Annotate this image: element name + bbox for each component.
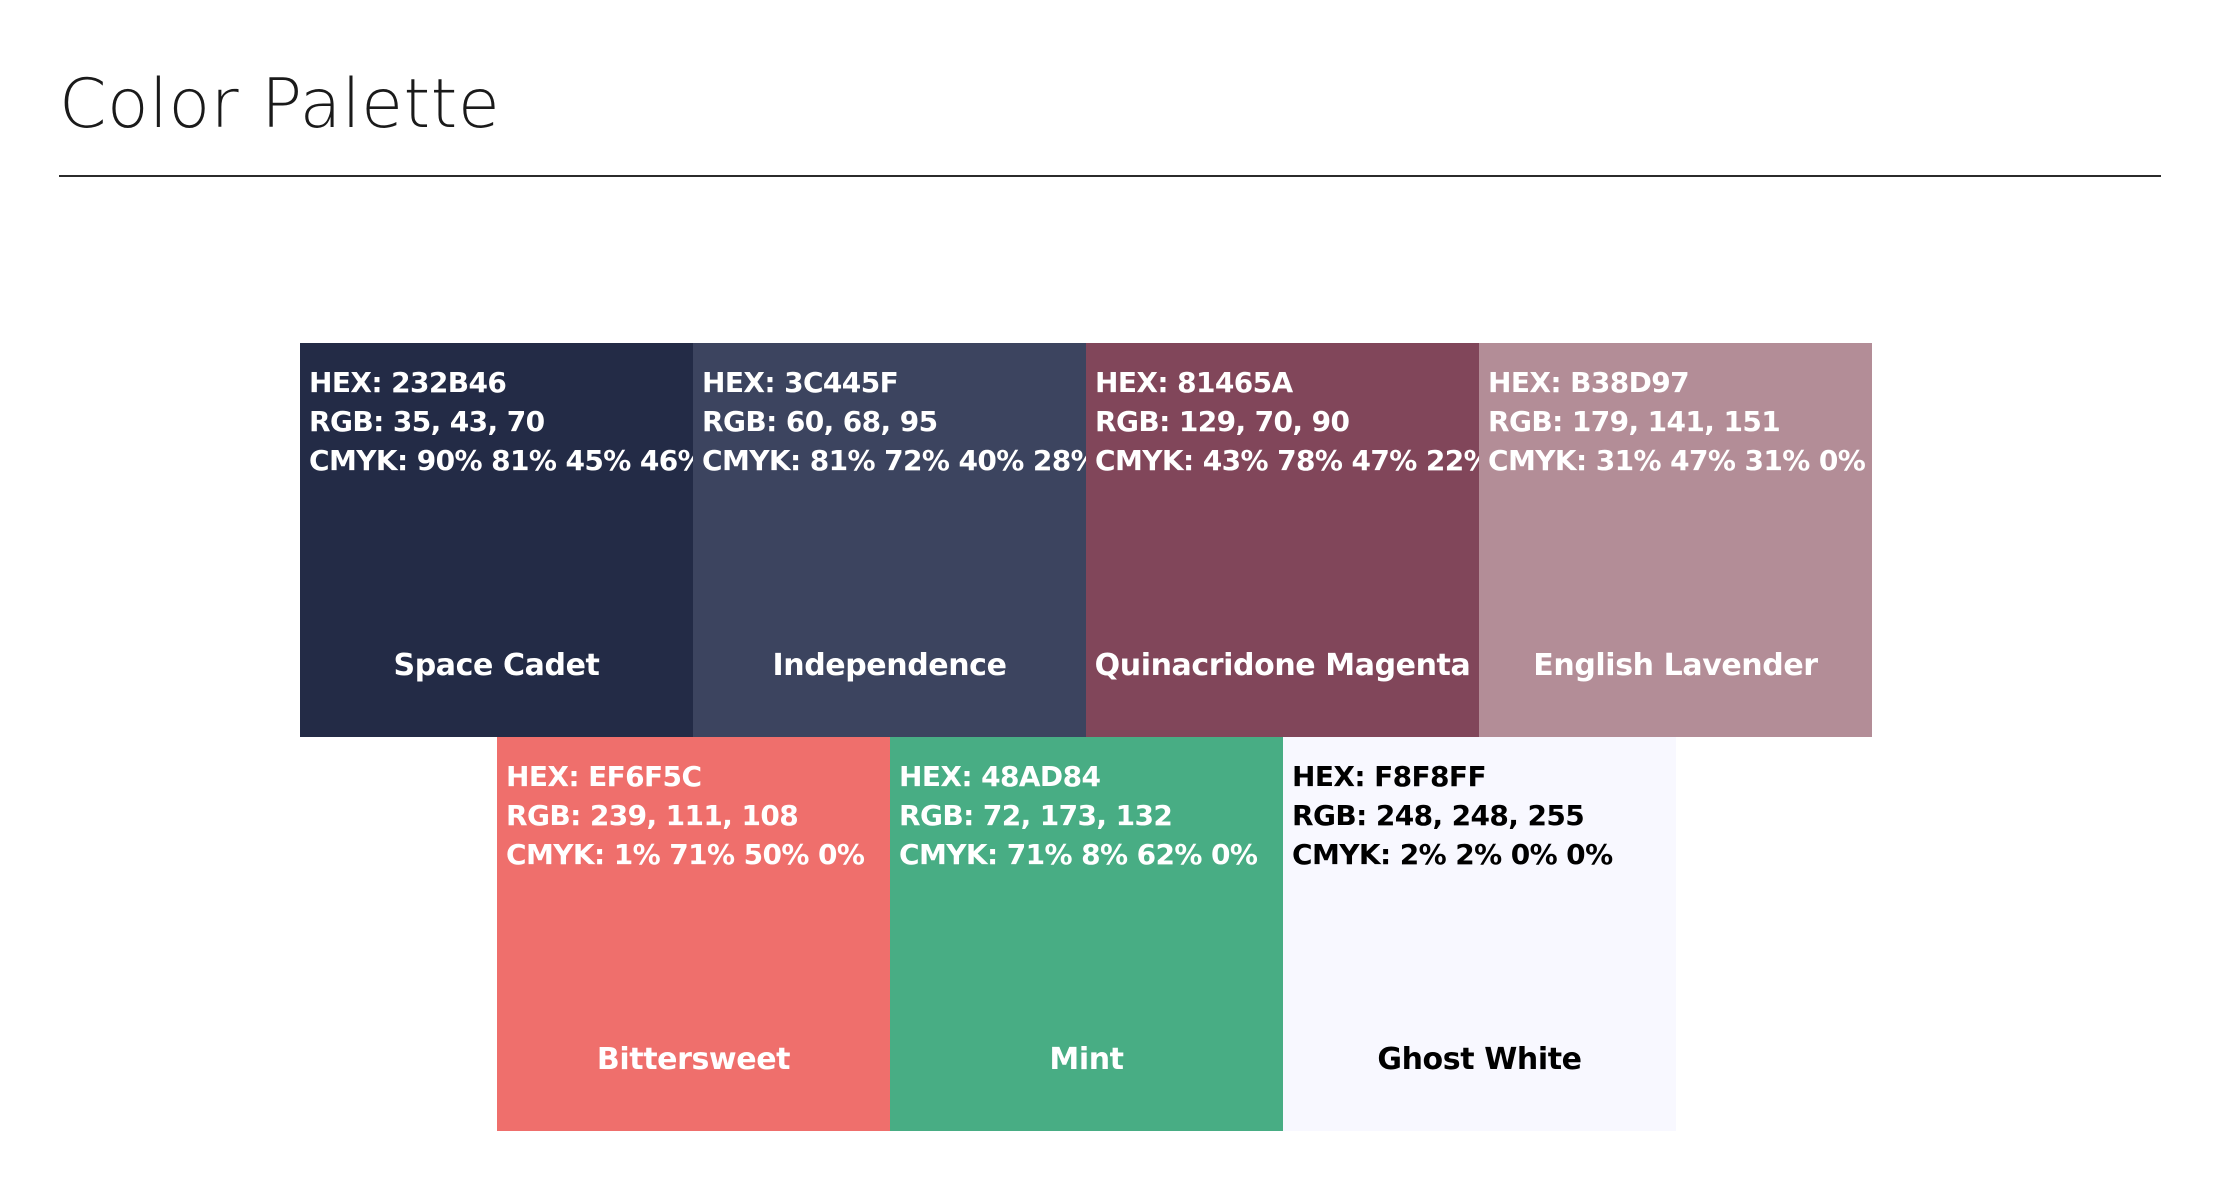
swatch-bittersweet: HEX: EF6F5C RGB: 239, 111, 108 CMYK: 1% … [497, 737, 890, 1131]
hex-code: HEX: B38D97 [1488, 366, 1690, 399]
hex-code: HEX: F8F8FF [1292, 760, 1487, 793]
cmyk-code: CMYK: 1% 71% 50% 0% [506, 838, 865, 871]
page-title: Color Palette [59, 65, 501, 144]
swatch-name: Bittersweet [596, 1042, 791, 1077]
swatch-name: Mint [1049, 1042, 1124, 1077]
hex-code: HEX: 81465A [1095, 366, 1293, 399]
hex-code: HEX: EF6F5C [506, 760, 702, 793]
swatch-mint: HEX: 48AD84 RGB: 72, 173, 132 CMYK: 71% … [890, 737, 1283, 1131]
swatch-codes: HEX: 3C445F RGB: 60, 68, 95 CMYK: 81% 72… [702, 363, 1086, 480]
swatch-name: English Lavender [1533, 648, 1818, 683]
swatch-codes: HEX: EF6F5C RGB: 239, 111, 108 CMYK: 1% … [506, 757, 888, 874]
cmyk-code: CMYK: 71% 8% 62% 0% [899, 838, 1258, 871]
swatch-name: Ghost White [1377, 1042, 1582, 1077]
swatch-english-lavender: HEX: B38D97 RGB: 179, 141, 151 CMYK: 31%… [1479, 343, 1872, 737]
swatch-codes: HEX: B38D97 RGB: 179, 141, 151 CMYK: 31%… [1488, 363, 1870, 480]
swatch-independence: HEX: 3C445F RGB: 60, 68, 95 CMYK: 81% 72… [693, 343, 1086, 737]
swatch-name: Quinacridone Magenta [1094, 648, 1471, 683]
swatch-codes: HEX: 232B46 RGB: 35, 43, 70 CMYK: 90% 81… [309, 363, 693, 480]
rgb-code: RGB: 239, 111, 108 [506, 799, 799, 832]
swatch-codes: HEX: 81465A RGB: 129, 70, 90 CMYK: 43% 7… [1095, 363, 1479, 480]
cmyk-code: CMYK: 31% 47% 31% 0% [1488, 444, 1866, 477]
cmyk-code: CMYK: 2% 2% 0% 0% [1292, 838, 1613, 871]
swatch-ghost-white: HEX: F8F8FF RGB: 248, 248, 255 CMYK: 2% … [1283, 737, 1676, 1131]
cmyk-code: CMYK: 43% 78% 47% 22% [1095, 444, 1479, 477]
swatch-name: Space Cadet [393, 648, 600, 683]
rgb-code: RGB: 35, 43, 70 [309, 405, 545, 438]
rgb-code: RGB: 248, 248, 255 [1292, 799, 1585, 832]
swatch-quinacridone-magenta: HEX: 81465A RGB: 129, 70, 90 CMYK: 43% 7… [1086, 343, 1479, 737]
swatch-codes: HEX: 48AD84 RGB: 72, 173, 132 CMYK: 71% … [899, 757, 1281, 874]
hex-code: HEX: 232B46 [309, 366, 507, 399]
hex-code: HEX: 48AD84 [899, 760, 1101, 793]
hex-code: HEX: 3C445F [702, 366, 899, 399]
swatch-space-cadet: HEX: 232B46 RGB: 35, 43, 70 CMYK: 90% 81… [300, 343, 693, 737]
rgb-code: RGB: 179, 141, 151 [1488, 405, 1781, 438]
title-divider [59, 175, 2161, 177]
cmyk-code: CMYK: 81% 72% 40% 28% [702, 444, 1086, 477]
swatch-codes: HEX: F8F8FF RGB: 248, 248, 255 CMYK: 2% … [1292, 757, 1674, 874]
rgb-code: RGB: 129, 70, 90 [1095, 405, 1350, 438]
palette-row-top: HEX: 232B46 RGB: 35, 43, 70 CMYK: 90% 81… [300, 343, 1872, 737]
rgb-code: RGB: 60, 68, 95 [702, 405, 938, 438]
palette-row-bottom: HEX: EF6F5C RGB: 239, 111, 108 CMYK: 1% … [497, 737, 1676, 1131]
swatch-name: Independence [772, 648, 1007, 683]
rgb-code: RGB: 72, 173, 132 [899, 799, 1173, 832]
cmyk-code: CMYK: 90% 81% 45% 46% [309, 444, 693, 477]
